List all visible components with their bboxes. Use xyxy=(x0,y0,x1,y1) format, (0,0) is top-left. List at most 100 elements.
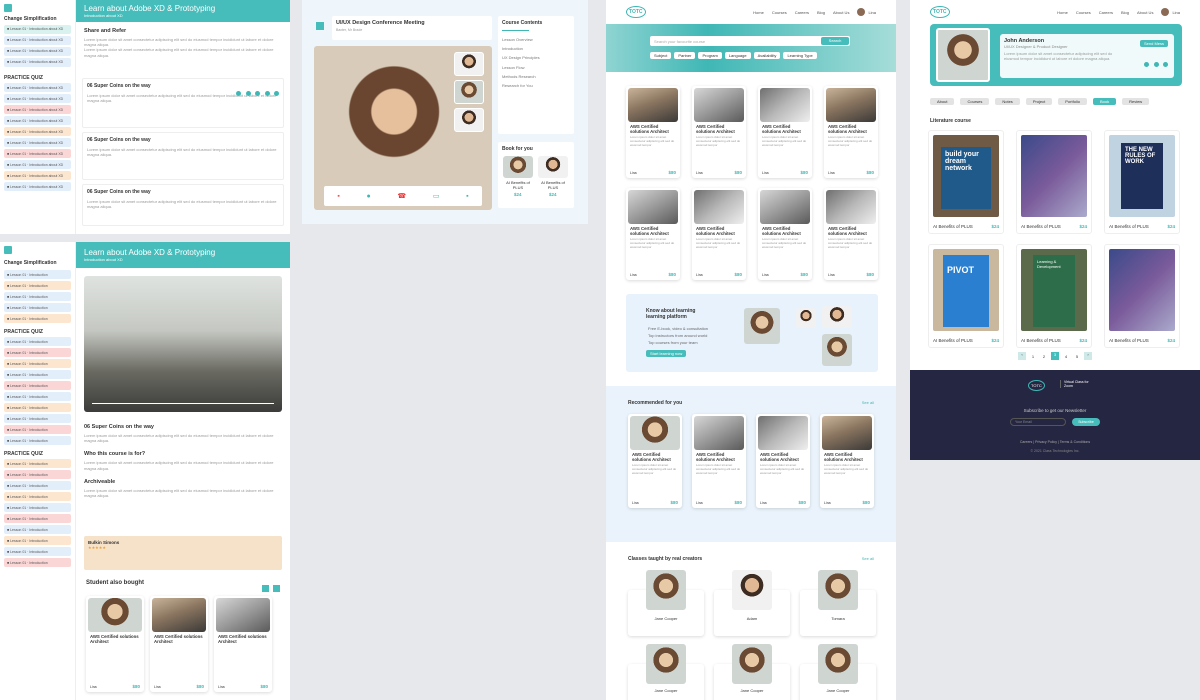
page-3[interactable]: 3 xyxy=(1051,352,1059,360)
course-card[interactable]: AWS Certified solutions Architect Lorem i… xyxy=(628,414,682,508)
nav-courses[interactable]: Courses xyxy=(772,10,787,15)
page-4[interactable]: 4 xyxy=(1062,354,1070,359)
quiz-item[interactable]: ■ Lesson 01 · Introduction xyxy=(4,425,71,434)
prev-page-icon[interactable]: ‹ xyxy=(1018,352,1026,360)
course-card[interactable]: AWS Certified solutions Architect Lorem i… xyxy=(692,414,746,508)
creator-card[interactable]: Jane Cooper xyxy=(800,644,876,700)
course-card[interactable]: AWS Certified solutions Architect Lorem i… xyxy=(692,86,746,178)
course-card[interactable]: AWS Certified solutions Architect Lina $80 xyxy=(150,596,208,692)
quiz-item[interactable]: ■ Lesson 01 · Introduction about XD xyxy=(4,83,71,92)
quiz-item[interactable]: ■ Lesson 01 · Introduction xyxy=(4,481,71,490)
quiz-item[interactable]: ■ Lesson 01 · Introduction xyxy=(4,381,71,390)
nav-home[interactable]: Home xyxy=(753,10,764,15)
filter-availability[interactable]: Availability xyxy=(753,52,781,59)
quiz-item[interactable]: ■ Lesson 01 · Introduction xyxy=(4,436,71,445)
course-card[interactable]: AWS Certified solutions Architect Lorem i… xyxy=(820,414,874,508)
participant-thumb[interactable] xyxy=(454,80,484,104)
creator-card[interactable]: Jane Cooper xyxy=(628,570,704,636)
filter-program[interactable]: Program xyxy=(698,52,722,59)
tab-courses[interactable]: Courses xyxy=(960,98,990,105)
participant-thumb[interactable] xyxy=(454,108,484,132)
quiz-item[interactable]: ■ Lesson 01 · Introduction xyxy=(4,370,71,379)
tab-about[interactable]: About xyxy=(930,98,955,105)
participants-icon[interactable]: ▪ xyxy=(466,193,468,200)
nav-courses[interactable]: Courses xyxy=(1076,10,1091,15)
book-cover[interactable] xyxy=(538,156,568,178)
lesson-item[interactable]: ■ Lesson 01 · Introduction xyxy=(4,270,71,279)
quiz-item[interactable]: ■ Lesson 01 · Introduction xyxy=(4,403,71,412)
email-input[interactable]: Your Email xyxy=(1010,418,1066,426)
slider-nav[interactable] xyxy=(261,579,280,597)
course-card[interactable]: AWS Certified solutions Architect Lorem i… xyxy=(758,86,812,178)
lesson-item[interactable]: ■ Lesson 01 · Introduction xyxy=(4,303,71,312)
quiz-item[interactable]: ■ Lesson 01 · Introduction about XD xyxy=(4,116,71,125)
lesson-item[interactable]: ■ Lesson 01 · Introduction xyxy=(4,314,71,323)
course-card[interactable]: AWS Certified solutions Architect Lorem i… xyxy=(758,188,812,280)
quiz-item[interactable]: ■ Lesson 01 · Introduction xyxy=(4,503,71,512)
tab-book[interactable]: Book xyxy=(1092,98,1117,105)
user-name[interactable]: Lina xyxy=(1172,10,1180,15)
footer-terms[interactable]: Terms & Conditions xyxy=(1060,440,1090,444)
end-call-icon[interactable]: ☎ xyxy=(397,192,406,200)
tab-notes[interactable]: Notes xyxy=(995,98,1020,105)
avatar[interactable] xyxy=(1161,8,1170,16)
quiz-item[interactable]: ■ Lesson 01 · Introduction about XD xyxy=(4,149,71,158)
quiz-item[interactable]: ■ Lesson 01 · Introduction xyxy=(4,470,71,479)
filter-subject[interactable]: Subject xyxy=(650,52,672,59)
nav-home[interactable]: Home xyxy=(1057,10,1068,15)
creator-card[interactable]: Jane Cooper xyxy=(628,644,704,700)
lesson-item[interactable]: ■ Lesson 01 · Introduction about XD xyxy=(4,24,71,34)
footer-privacy[interactable]: Privacy Policy xyxy=(1035,440,1057,444)
send-message-button[interactable]: Send Mess xyxy=(1139,40,1168,47)
footer-careers[interactable]: Careers xyxy=(1020,440,1032,444)
tab-project[interactable]: Project xyxy=(1025,98,1053,105)
creator-card[interactable]: Jane Cooper xyxy=(714,644,790,700)
lesson-item[interactable]: ■ Lesson 01 · Introduction about XD xyxy=(4,46,71,56)
quiz-item[interactable]: ■ Lesson 01 · Introduction about XD xyxy=(4,171,71,180)
quiz-item[interactable]: ■ Lesson 01 · Introduction xyxy=(4,459,71,468)
user-name[interactable]: Lina xyxy=(868,10,876,15)
nav-blog[interactable]: Blog xyxy=(817,10,825,15)
book-card[interactable]: Learning & Development AI Benefits of PLU… xyxy=(1016,244,1092,348)
quiz-item[interactable]: ■ Lesson 01 · Introduction about XD xyxy=(4,138,71,147)
subscribe-button[interactable]: Subscribe xyxy=(1072,418,1100,426)
back-icon[interactable] xyxy=(316,22,324,30)
quiz-item[interactable]: ■ Lesson 01 · Introduction xyxy=(4,547,71,556)
logo[interactable]: TOTC xyxy=(626,6,646,18)
quiz-item[interactable]: ■ Lesson 01 · Introduction about XD xyxy=(4,94,71,103)
page-1[interactable]: 1 xyxy=(1029,354,1037,359)
filter-partner[interactable]: Partner xyxy=(674,52,696,59)
quiz-item[interactable]: ■ Lesson 01 · Introduction xyxy=(4,414,71,423)
quiz-item[interactable]: ■ Lesson 01 · Introduction xyxy=(4,558,71,567)
lesson-video[interactable] xyxy=(84,276,282,412)
book-cover[interactable] xyxy=(503,156,533,178)
tab-review[interactable]: Review xyxy=(1122,98,1150,105)
book-card[interactable]: THE NEW RULES OF WORK AI Benefits of PLUS… xyxy=(1104,130,1180,234)
nav-careers[interactable]: Careers xyxy=(1099,10,1113,15)
nav-about[interactable]: About Us xyxy=(1137,10,1153,15)
course-card[interactable]: AWS Certified solutions Architect Lorem i… xyxy=(692,188,746,280)
quiz-item[interactable]: ■ Lesson 01 · Introduction about XD xyxy=(4,105,71,114)
nav-about[interactable]: About Us xyxy=(833,10,849,15)
book-card[interactable]: build your dream network AI Benefits of P… xyxy=(928,130,1004,234)
book-card[interactable]: AI Benefits of PLUS $24 xyxy=(1016,130,1092,234)
page-2[interactable]: 2 xyxy=(1040,354,1048,359)
quiz-item[interactable]: ■ Lesson 01 · Introduction about XD xyxy=(4,127,71,136)
quiz-item[interactable]: ■ Lesson 01 · Introduction xyxy=(4,359,71,368)
nav-careers[interactable]: Careers xyxy=(795,10,809,15)
nav-blog[interactable]: Blog xyxy=(1121,10,1129,15)
menu-icon[interactable] xyxy=(4,4,12,12)
screen-share-icon[interactable]: ▭ xyxy=(433,192,440,200)
participant-thumb[interactable] xyxy=(454,52,484,76)
next-page-icon[interactable]: › xyxy=(1084,352,1092,360)
quiz-item[interactable]: ■ Lesson 01 · Introduction about XD xyxy=(4,160,71,169)
search-button[interactable]: Search xyxy=(821,37,849,45)
course-card[interactable]: AWS Certified solutions Architect Lorem i… xyxy=(824,86,878,178)
filter-language[interactable]: Language xyxy=(724,52,751,59)
book-card[interactable]: PIVOT AI Benefits of PLUS $24 xyxy=(928,244,1004,348)
logo[interactable]: TOTC xyxy=(930,6,950,18)
quiz-item[interactable]: ■ Lesson 01 · Introduction xyxy=(4,348,71,357)
lesson-item[interactable]: ■ Lesson 01 · Introduction xyxy=(4,292,71,301)
course-card[interactable]: AWS Certified solutions Architect Lorem i… xyxy=(756,414,810,508)
quiz-item[interactable]: ■ Lesson 01 · Introduction xyxy=(4,392,71,401)
